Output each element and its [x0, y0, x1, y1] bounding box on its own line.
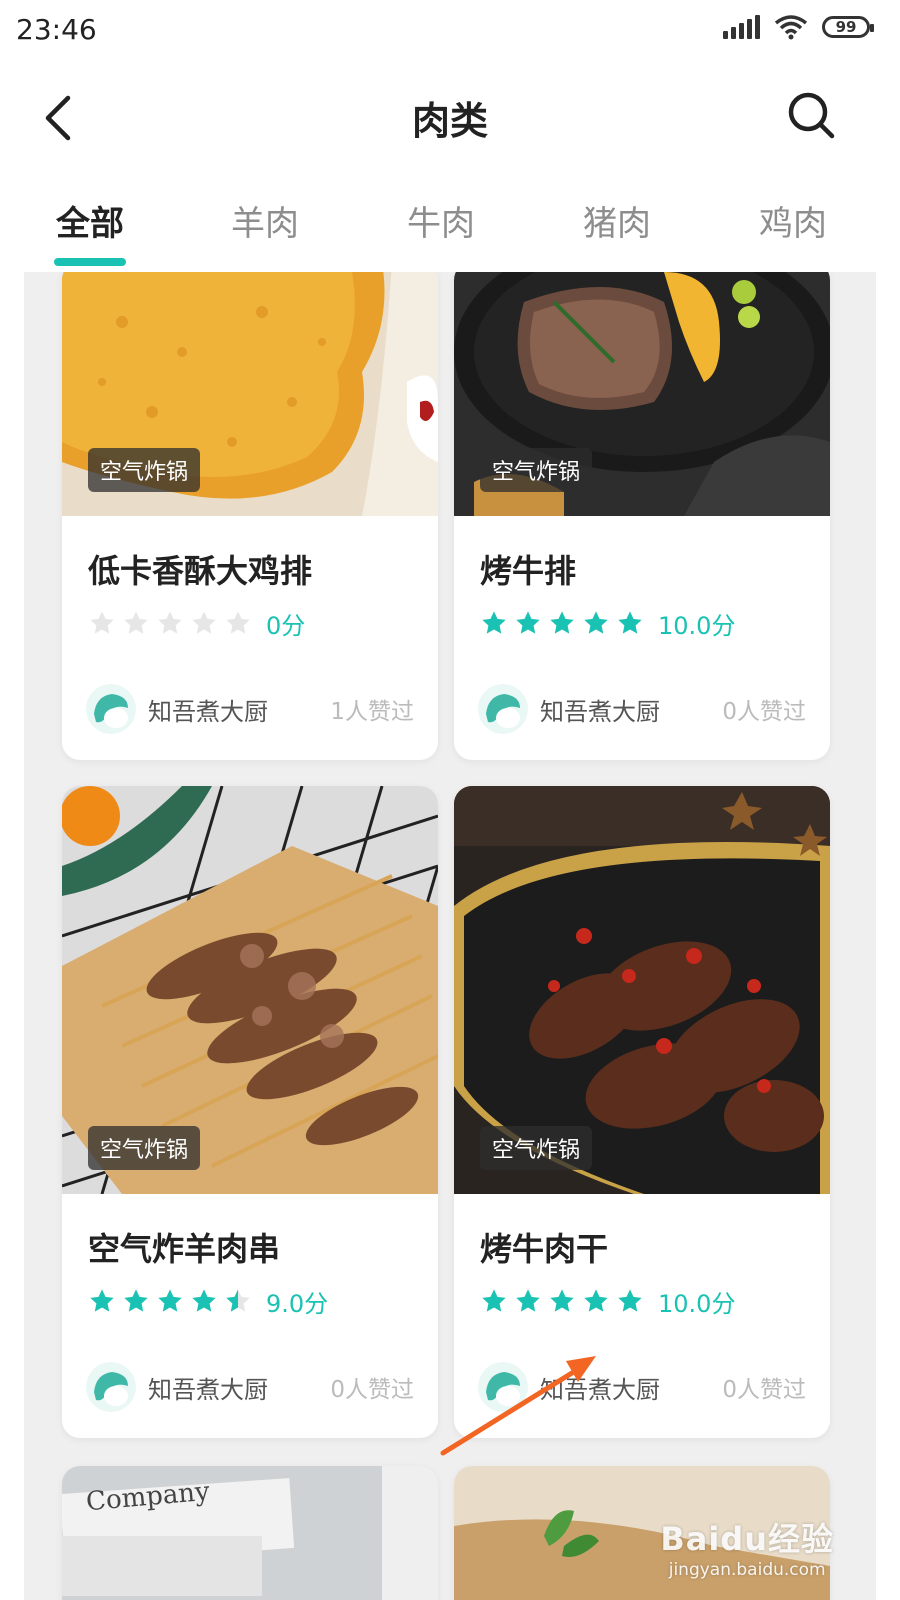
- rating-score: 9.0分: [266, 1289, 329, 1318]
- star-empty-icon: [192, 611, 216, 634]
- author-row: 知吾煮大厨 0人赞过: [86, 1362, 414, 1412]
- recipe-card[interactable]: 空气炸锅 空气炸羊肉串 9.0分 知吾煮大厨 0人赞过: [62, 786, 438, 1438]
- search-button[interactable]: [784, 88, 840, 144]
- category-tabs: 全部 羊肉 牛肉 猪肉 鸡肉: [0, 176, 900, 272]
- star-rating: [88, 609, 252, 637]
- recipe-card[interactable]: 空气炸锅 低卡香酥大鸡排 0分 知吾煮大厨 1人赞过: [62, 272, 438, 760]
- star-filled-icon: [158, 1289, 182, 1312]
- recipe-card[interactable]: 空气炸锅 烤牛肉干 10.0分 知吾煮大厨 0人赞过: [454, 786, 830, 1438]
- watermark-url: jingyan.baidu.com: [668, 1560, 826, 1580]
- star-filled-icon: [618, 1289, 642, 1312]
- rating: 0分: [88, 606, 438, 640]
- star-filled-icon: [192, 1289, 216, 1312]
- chef-avatar[interactable]: [478, 1362, 528, 1412]
- star-filled-icon: [482, 1289, 506, 1312]
- star-filled-icon: [516, 1289, 540, 1312]
- star-empty-icon: [158, 611, 182, 634]
- star-half-icon: [226, 1289, 250, 1312]
- recipe-card[interactable]: Company: [62, 1466, 438, 1600]
- star-filled-icon: [482, 611, 506, 634]
- author-row: 知吾煮大厨 0人赞过: [478, 1362, 806, 1412]
- star-filled-icon: [124, 1289, 148, 1312]
- recipe-image: 空气炸锅: [454, 272, 830, 516]
- author-name: 知吾煮大厨: [540, 1375, 660, 1404]
- rating-score: 10.0分: [658, 1289, 736, 1318]
- chef-avatar[interactable]: [478, 684, 528, 734]
- star-rating: [88, 1287, 252, 1315]
- rating: 10.0分: [480, 1284, 830, 1318]
- star-rating: [480, 609, 644, 637]
- star-empty-icon: [90, 611, 114, 634]
- search-icon: [788, 92, 835, 139]
- rating: 9.0分: [88, 1284, 438, 1318]
- tab-indicator: [54, 258, 126, 266]
- star-filled-icon: [618, 611, 642, 634]
- likes-count: 0人赞过: [330, 1377, 414, 1403]
- recipe-title: 低卡香酥大鸡排: [88, 552, 313, 590]
- battery-level: 99: [835, 18, 857, 36]
- recipe-feed[interactable]: 空气炸锅 低卡香酥大鸡排 0分 知吾煮大厨 1人赞过 空气炸锅 烤牛排 10.0…: [24, 272, 876, 1600]
- page-title: 肉类: [411, 99, 488, 143]
- status-bar: 23:46 99: [0, 0, 900, 62]
- category-tag: 空气炸锅: [480, 1126, 593, 1170]
- tab-chicken[interactable]: 鸡肉: [733, 196, 853, 245]
- status-icons: 99: [723, 14, 874, 40]
- tab-all[interactable]: 全部: [30, 196, 150, 245]
- category-tag: 空气炸锅: [88, 448, 201, 492]
- star-empty-icon: [124, 611, 148, 634]
- tab-lamb[interactable]: 羊肉: [205, 196, 325, 245]
- recipe-image: 空气炸锅: [454, 786, 830, 1194]
- status-time: 23:46: [16, 13, 97, 46]
- recipe-image: Company: [62, 1466, 438, 1600]
- star-filled-icon: [584, 611, 608, 634]
- watermark: Baidu经验 jingyan.baidu.com: [660, 1514, 834, 1580]
- rating-score: 10.0分: [658, 611, 736, 640]
- author-name: 知吾煮大厨: [148, 697, 268, 726]
- category-tag: 空气炸锅: [88, 1126, 201, 1170]
- recipe-title: 烤牛肉干: [480, 1230, 609, 1268]
- battery-icon: 99: [822, 16, 874, 38]
- rating-score: 0分: [266, 611, 306, 640]
- star-filled-icon: [584, 1289, 608, 1312]
- recipe-title: 烤牛排: [480, 552, 577, 590]
- author-name: 知吾煮大厨: [540, 697, 660, 726]
- author-name: 知吾煮大厨: [148, 1375, 268, 1404]
- recipe-image: 空气炸锅: [62, 786, 438, 1194]
- rating: 10.0分: [480, 606, 830, 640]
- chef-avatar[interactable]: [86, 1362, 136, 1412]
- wifi-icon: [774, 15, 808, 40]
- likes-count: 1人赞过: [330, 699, 414, 725]
- recipe-card[interactable]: 空气炸锅 烤牛排 10.0分 知吾煮大厨 0人赞过: [454, 272, 830, 760]
- author-row: 知吾煮大厨 0人赞过: [478, 684, 806, 734]
- star-filled-icon: [550, 611, 574, 634]
- recipe-title: 空气炸羊肉串: [88, 1230, 281, 1268]
- star-filled-icon: [550, 1289, 574, 1312]
- star-rating: [480, 1287, 644, 1315]
- chef-avatar[interactable]: [86, 684, 136, 734]
- watermark-brand: Baidu经验: [660, 1520, 834, 1558]
- likes-count: 0人赞过: [722, 699, 806, 725]
- category-tag: 空气炸锅: [480, 448, 593, 492]
- tab-pork[interactable]: 猪肉: [557, 196, 677, 245]
- star-empty-icon: [226, 611, 250, 634]
- star-filled-icon: [516, 611, 540, 634]
- signal-icon: [723, 15, 760, 39]
- top-nav: 肉类: [0, 62, 900, 172]
- star-filled-icon: [90, 1289, 114, 1312]
- recipe-image: 空气炸锅: [62, 272, 438, 516]
- likes-count: 0人赞过: [722, 1377, 806, 1403]
- author-row: 知吾煮大厨 1人赞过: [86, 684, 414, 734]
- tab-beef[interactable]: 牛肉: [381, 196, 501, 245]
